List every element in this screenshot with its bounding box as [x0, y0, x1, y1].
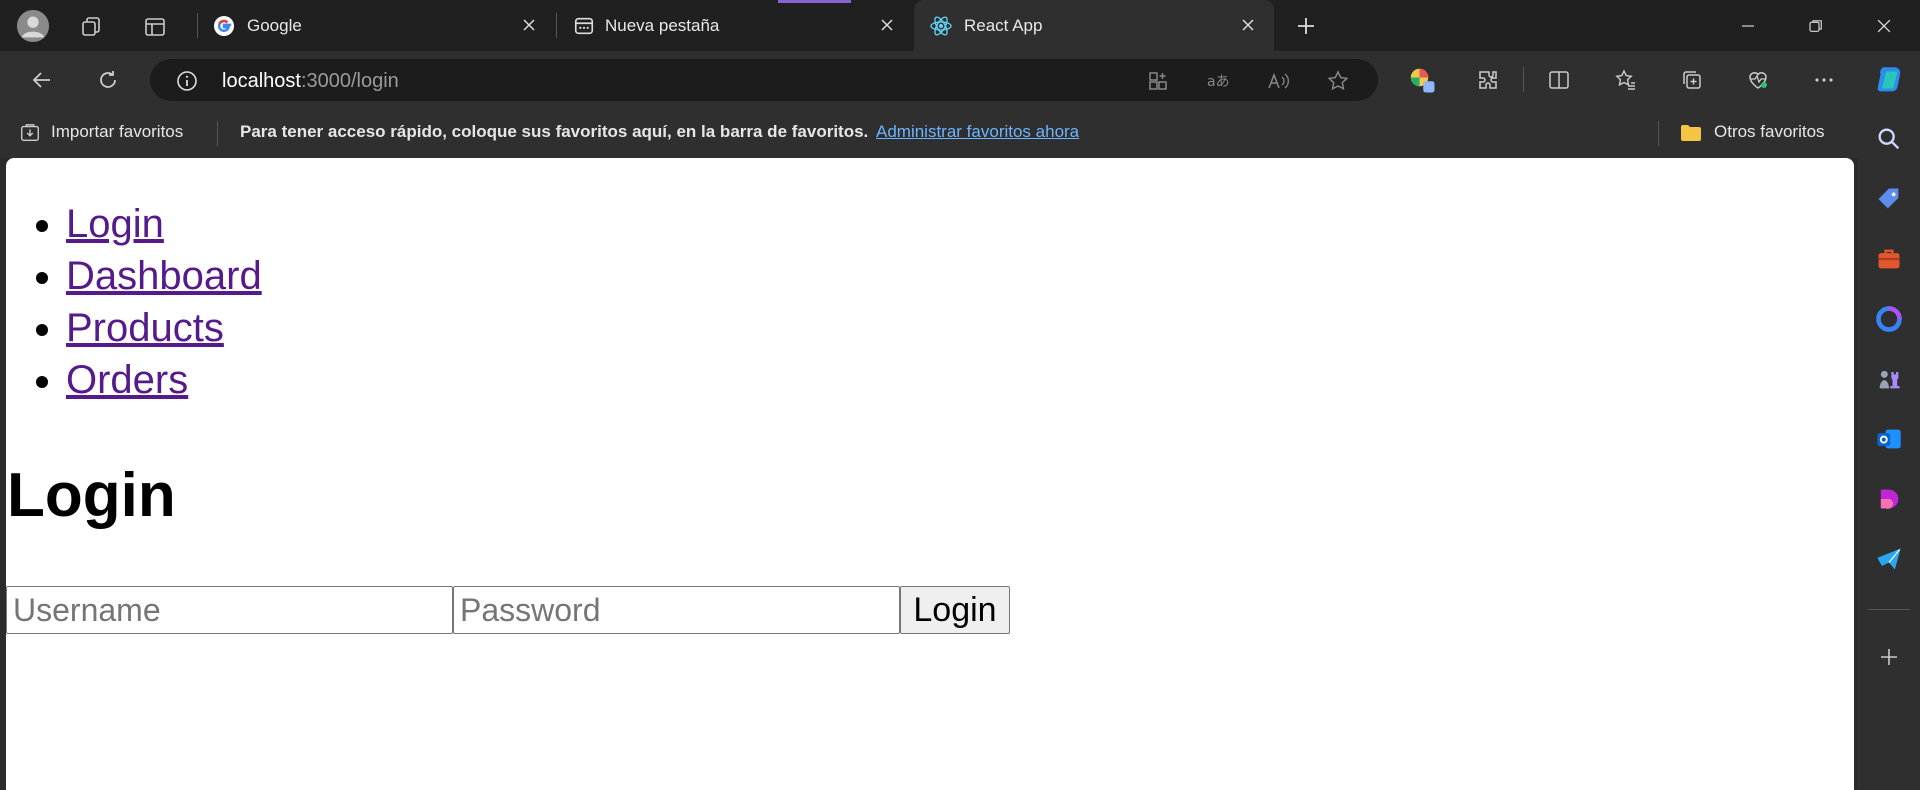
tab-new-tab[interactable]: Nueva pestaña: [563, 0, 913, 51]
app-available-icon[interactable]: [1145, 68, 1171, 94]
favorite-star-icon[interactable]: [1325, 68, 1351, 94]
close-tab-icon[interactable]: [517, 13, 541, 37]
nav-link-dashboard[interactable]: Dashboard: [66, 254, 262, 298]
extensions-icon[interactable]: [1473, 65, 1503, 95]
manage-favorites-link[interactable]: Administrar favoritos ahora: [876, 122, 1079, 142]
close-window-button[interactable]: [1850, 0, 1918, 51]
address-bar[interactable]: localhost:3000/login aあ: [150, 59, 1378, 101]
svg-text:aあ: aあ: [1207, 74, 1230, 90]
read-aloud-icon[interactable]: [1265, 68, 1291, 94]
favorites-separator: [1658, 121, 1659, 146]
new-tab-plus-icon[interactable]: [1292, 12, 1320, 40]
send-telegram-icon[interactable]: [1875, 545, 1903, 573]
url-host: localhost: [222, 70, 301, 92]
new-tab-icon: [571, 13, 597, 39]
outlook-icon[interactable]: [1875, 425, 1903, 453]
navigation-bar: localhost:3000/login aあ: [0, 51, 1858, 108]
more-options-icon[interactable]: [1809, 65, 1839, 95]
main-nav-list: Login Dashboard Products Orders: [6, 198, 262, 406]
games-chess-icon[interactable]: [1875, 365, 1903, 393]
restore-button[interactable]: [1782, 0, 1850, 51]
nav-link-products[interactable]: Products: [66, 306, 224, 350]
collections-icon[interactable]: [1677, 65, 1707, 95]
favorites-separator: [217, 121, 218, 146]
workspaces-icon[interactable]: [78, 13, 106, 41]
shopping-tag-icon[interactable]: [1875, 185, 1903, 213]
minimize-button[interactable]: [1714, 0, 1782, 51]
microsoft-365-icon[interactable]: [1875, 305, 1903, 333]
tab-group-indicator: [778, 0, 851, 3]
tab-actions-icon[interactable]: [141, 13, 169, 41]
nav-item-dashboard: Dashboard: [66, 250, 262, 302]
favorites-bar-message: Para tener acceso rápido, coloque sus fa…: [240, 122, 869, 141]
close-tab-icon[interactable]: [1236, 13, 1260, 37]
tab-bar: Google Nueva pestaña React App: [0, 0, 1920, 51]
url-text[interactable]: localhost:3000/login: [222, 70, 399, 93]
tab-separator: [197, 13, 198, 38]
sidebar-separator: [1868, 609, 1910, 610]
favorites-icon[interactable]: [1611, 65, 1641, 95]
favorites-bar: Importar favoritos Para tener acceso ráp…: [0, 108, 1858, 158]
page-viewport: Login Dashboard Products Orders Login Lo…: [6, 158, 1854, 790]
copilot-icon[interactable]: [1872, 63, 1906, 97]
google-icon: [211, 13, 237, 39]
edge-sidebar: [1858, 51, 1920, 790]
toolbar-separator: [1523, 67, 1524, 92]
login-button[interactable]: Login: [900, 586, 1010, 634]
tools-briefcase-icon[interactable]: [1875, 245, 1903, 273]
folder-icon: [1678, 120, 1704, 146]
tab-separator: [556, 13, 557, 38]
password-input[interactable]: [453, 586, 900, 634]
split-screen-icon[interactable]: [1544, 65, 1574, 95]
tab-google[interactable]: Google: [205, 0, 555, 51]
url-path: :3000/login: [300, 70, 399, 92]
nav-link-login[interactable]: Login: [66, 202, 164, 246]
back-icon[interactable]: [27, 65, 57, 95]
react-icon: [928, 13, 954, 39]
nav-link-orders[interactable]: Orders: [66, 358, 188, 402]
color-extension-icon[interactable]: [1405, 63, 1439, 97]
profile-avatar-icon[interactable]: [15, 8, 51, 44]
nav-item-login: Login: [66, 198, 262, 250]
page-title: Login: [7, 461, 176, 530]
search-icon[interactable]: [1875, 125, 1903, 153]
site-info-icon[interactable]: [174, 68, 200, 94]
browser-essentials-icon[interactable]: [1743, 65, 1773, 95]
tab-react-app[interactable]: React App: [914, 0, 1274, 51]
nav-item-orders: Orders: [66, 354, 262, 406]
import-favorites-icon[interactable]: [17, 120, 43, 146]
nav-item-products: Products: [66, 302, 262, 354]
import-favorites-link[interactable]: Importar favoritos: [51, 122, 183, 142]
other-favorites-folder[interactable]: Otros favoritos: [1714, 122, 1825, 142]
close-tab-icon[interactable]: [875, 13, 899, 37]
add-sidebar-item-icon[interactable]: [1875, 643, 1903, 671]
refresh-icon[interactable]: [93, 65, 123, 95]
tab-title: Google: [247, 15, 302, 35]
username-input[interactable]: [6, 586, 453, 634]
tab-title: React App: [964, 15, 1043, 35]
designer-icon[interactable]: [1875, 485, 1903, 513]
tab-title: Nueva pestaña: [605, 15, 720, 35]
translate-icon[interactable]: aあ: [1205, 68, 1231, 94]
